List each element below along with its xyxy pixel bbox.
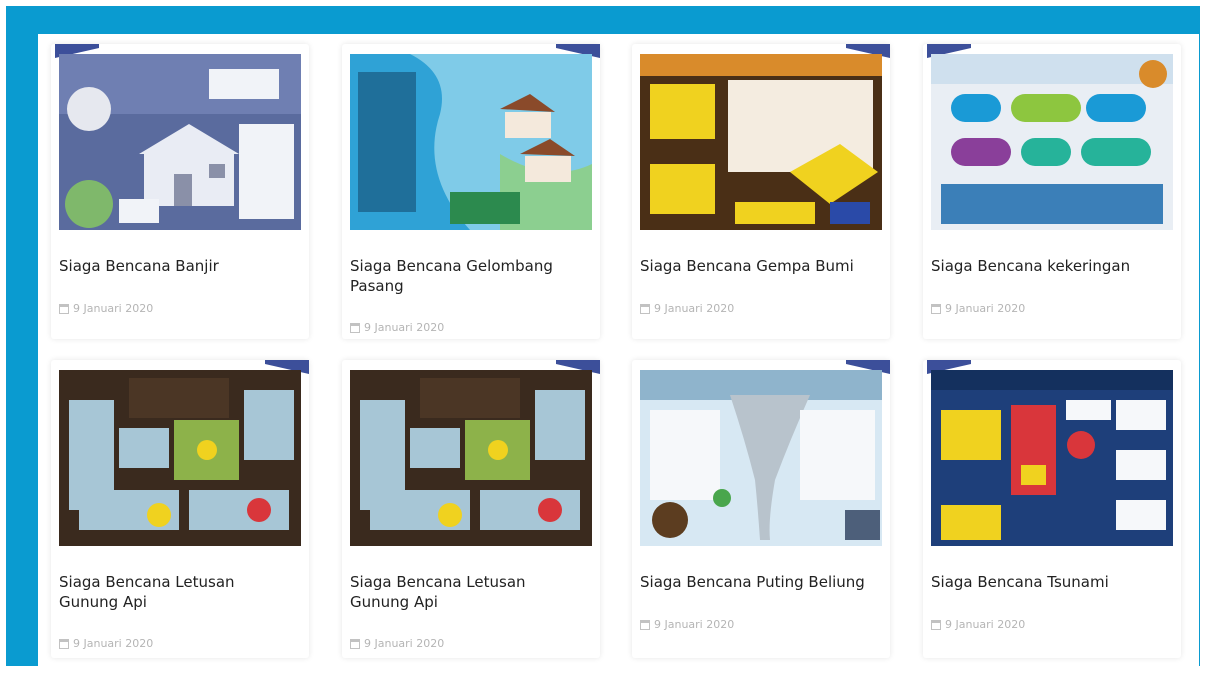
card-title[interactable]: Siaga Bencana Banjir bbox=[59, 256, 289, 276]
card-title[interactable]: Siaga Bencana Gempa Bumi bbox=[640, 256, 870, 276]
article-card-gempa-bumi[interactable]: Siaga Bencana Gempa Bumi 9 Januari 2020 bbox=[632, 44, 890, 339]
blue-frame: Siaga Bencana Banjir 9 Januari 2020 Siag… bbox=[6, 6, 1200, 667]
card-title[interactable]: Siaga Bencana Gelombang Pasang bbox=[350, 256, 580, 296]
calendar-icon bbox=[640, 619, 650, 630]
calendar-icon bbox=[350, 638, 360, 649]
thumbnail-image[interactable] bbox=[59, 54, 301, 230]
thumbnail-image[interactable] bbox=[640, 54, 882, 230]
article-card-letusan-gunung-api-2[interactable]: Siaga Bencana Letusan Gunung Api 9 Janua… bbox=[342, 360, 600, 658]
card-date: 9 Januari 2020 bbox=[931, 618, 1161, 631]
calendar-icon bbox=[931, 619, 941, 630]
card-date: 9 Januari 2020 bbox=[931, 302, 1161, 315]
thumbnail-image[interactable] bbox=[640, 370, 882, 546]
article-card-letusan-gunung-api-1[interactable]: Siaga Bencana Letusan Gunung Api 9 Janua… bbox=[51, 360, 309, 658]
card-title[interactable]: Siaga Bencana Letusan Gunung Api bbox=[350, 572, 580, 612]
thumbnail-image[interactable] bbox=[931, 370, 1173, 546]
calendar-icon bbox=[59, 638, 69, 649]
thumbnail-image[interactable] bbox=[59, 370, 301, 546]
thumbnail-image[interactable] bbox=[350, 54, 592, 230]
thumbnail-image[interactable] bbox=[350, 370, 592, 546]
calendar-icon bbox=[59, 303, 69, 314]
card-date: 9 Januari 2020 bbox=[59, 302, 289, 315]
article-card-puting-beliung[interactable]: Siaga Bencana Puting Beliung 9 Januari 2… bbox=[632, 360, 890, 658]
card-date: 9 Januari 2020 bbox=[350, 321, 580, 334]
article-card-banjir[interactable]: Siaga Bencana Banjir 9 Januari 2020 bbox=[51, 44, 309, 339]
card-date: 9 Januari 2020 bbox=[640, 302, 870, 315]
card-title[interactable]: Siaga Bencana kekeringan bbox=[931, 256, 1161, 276]
article-card-tsunami[interactable]: Siaga Bencana Tsunami 9 Januari 2020 bbox=[923, 360, 1181, 658]
card-title[interactable]: Siaga Bencana Tsunami bbox=[931, 572, 1161, 592]
card-grid: Siaga Bencana Banjir 9 Januari 2020 Siag… bbox=[38, 34, 1199, 667]
thumbnail-image[interactable] bbox=[931, 54, 1173, 230]
card-date: 9 Januari 2020 bbox=[640, 618, 870, 631]
card-date: 9 Januari 2020 bbox=[59, 637, 289, 650]
article-card-gelombang-pasang[interactable]: Siaga Bencana Gelombang Pasang 9 Januari… bbox=[342, 44, 600, 339]
calendar-icon bbox=[931, 303, 941, 314]
card-title[interactable]: Siaga Bencana Letusan Gunung Api bbox=[59, 572, 289, 612]
calendar-icon bbox=[350, 322, 360, 333]
article-card-kekeringan[interactable]: Siaga Bencana kekeringan 9 Januari 2020 bbox=[923, 44, 1181, 339]
calendar-icon bbox=[640, 303, 650, 314]
card-title[interactable]: Siaga Bencana Puting Beliung bbox=[640, 572, 870, 592]
card-date: 9 Januari 2020 bbox=[350, 637, 580, 650]
